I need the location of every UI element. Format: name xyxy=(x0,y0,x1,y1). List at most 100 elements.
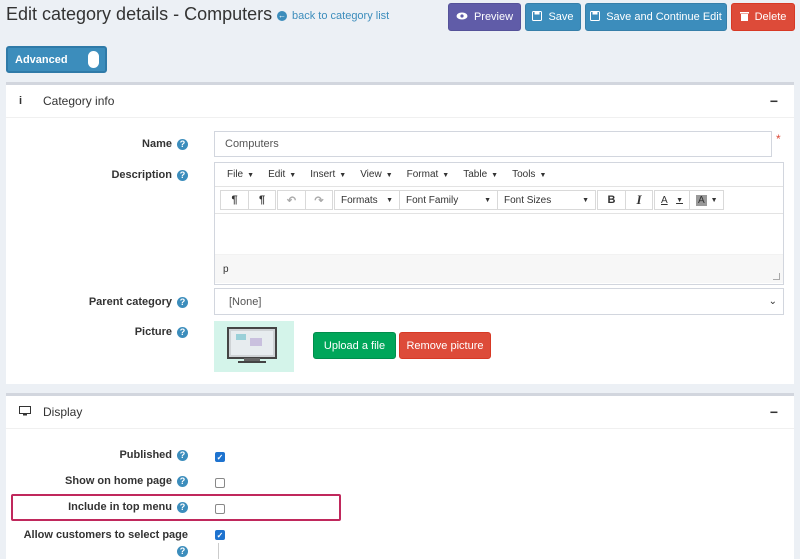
include-top-menu-label-text: Include in top menu xyxy=(68,501,172,513)
category-info-title: Category info xyxy=(43,94,115,108)
preview-button[interactable]: Preview xyxy=(448,3,521,31)
collapse-icon[interactable]: − xyxy=(770,93,778,109)
floppy-icon xyxy=(532,10,543,24)
font-family-dropdown[interactable]: Font Family ▼ xyxy=(399,191,497,209)
formats-label: Formats xyxy=(341,194,378,206)
font-sizes-dropdown[interactable]: Font Sizes ▼ xyxy=(497,191,595,209)
published-checkbox[interactable]: ✓ xyxy=(215,452,225,462)
help-icon[interactable]: ? xyxy=(177,475,188,487)
display-title: Display xyxy=(43,405,83,419)
floppy-icon xyxy=(590,10,601,24)
menu-file-label: File xyxy=(227,169,244,180)
advanced-toggle[interactable]: Advanced xyxy=(6,46,107,73)
name-label: Name? xyxy=(66,138,188,150)
menu-view[interactable]: View ▼ xyxy=(353,169,399,180)
text-color-icon[interactable]: A ▼ xyxy=(655,191,689,209)
text-color-label: A xyxy=(661,194,668,206)
published-label: Published? xyxy=(26,449,188,461)
page-size-label-line1: Allow customers to select page xyxy=(23,529,188,541)
element-path[interactable]: p xyxy=(223,264,229,275)
show-home-checkbox[interactable] xyxy=(215,478,225,488)
italic-icon[interactable]: I xyxy=(625,191,652,209)
menu-insert[interactable]: Insert ▼ xyxy=(303,169,353,180)
help-icon[interactable]: ? xyxy=(177,326,188,338)
published-label-text: Published xyxy=(119,449,172,461)
save-button[interactable]: Save xyxy=(525,3,581,31)
page-size-checkbox[interactable]: ✓ xyxy=(215,530,225,540)
category-picture xyxy=(214,321,294,372)
menu-tools[interactable]: Tools ▼ xyxy=(505,169,553,180)
toggle-knob xyxy=(88,51,99,68)
editor-toolbar: ¶ ¶ ↶ ↷ Formats ▼ Font Family ▼ Font Sizes… xyxy=(215,187,783,214)
collapse-icon[interactable]: − xyxy=(770,404,778,420)
font-sizes-label: Font Sizes xyxy=(504,194,552,206)
bg-color-label: A xyxy=(696,194,707,206)
parent-category-label: Parent category? xyxy=(66,296,188,308)
parent-label-text: Parent category xyxy=(88,296,172,308)
info-icon: i xyxy=(19,95,23,107)
delete-button[interactable]: Delete xyxy=(731,3,795,31)
show-home-label-text: Show on home page xyxy=(65,475,172,487)
redo-icon[interactable]: ↷ xyxy=(305,191,332,209)
color-group: A ▼ A ▼ xyxy=(654,190,724,210)
description-editor: File ▼ Edit ▼ Insert ▼ View ▼ Format ▼ Table ▼… xyxy=(214,162,784,285)
font-family-label: Font Family xyxy=(406,194,459,206)
help-icon[interactable]: ? xyxy=(177,545,188,557)
upload-file-button[interactable]: Upload a file xyxy=(313,332,396,359)
required-mark: * xyxy=(776,132,781,146)
rtl-icon[interactable]: ¶ xyxy=(248,191,275,209)
chevron-down-icon: ⌄ xyxy=(768,296,777,307)
page-title: Edit category details - Computers xyxy=(6,4,273,24)
description-label: Description? xyxy=(66,169,188,181)
divider-line xyxy=(218,543,219,559)
parent-category-value: [None] xyxy=(229,295,262,308)
resize-handle[interactable] xyxy=(773,273,780,280)
menu-edit-label: Edit xyxy=(268,169,286,180)
help-icon[interactable]: ? xyxy=(177,501,188,513)
preview-label: Preview xyxy=(473,11,514,23)
bold-icon[interactable]: B xyxy=(598,191,625,209)
category-info-header[interactable]: i Category info − xyxy=(6,85,794,118)
save-continue-label: Save and Continue Edit xyxy=(606,11,722,23)
delete-label: Delete xyxy=(754,11,787,23)
direction-group: ¶ ¶ xyxy=(220,190,276,210)
name-input[interactable]: Computers xyxy=(214,131,772,157)
include-top-menu-label: Include in top menu? xyxy=(26,501,188,513)
menu-table-label: Table xyxy=(463,169,488,180)
parent-category-select[interactable]: [None] ⌄ xyxy=(214,288,784,315)
history-group: ↶ ↷ xyxy=(277,190,333,210)
menu-tools-label: Tools xyxy=(512,169,536,180)
undo-icon[interactable]: ↶ xyxy=(278,191,305,209)
back-link-label: back to category list xyxy=(292,10,390,22)
display-panel: Display − Published? ✓ Show on home page… xyxy=(6,393,794,559)
formats-dropdown[interactable]: Formats ▼ xyxy=(335,191,399,209)
category-info-panel: i Category info − Name? Computers * Desc… xyxy=(6,82,794,384)
bg-color-icon[interactable]: A ▼ xyxy=(689,191,723,209)
menu-edit[interactable]: Edit ▼ xyxy=(261,169,303,180)
help-icon[interactable]: ? xyxy=(177,296,188,308)
editor-menubar: File ▼ Edit ▼ Insert ▼ View ▼ Format ▼ Table ▼… xyxy=(215,163,783,187)
back-to-list-link[interactable]: ← back to category list xyxy=(277,10,389,22)
save-continue-button[interactable]: Save and Continue Edit xyxy=(585,3,727,31)
menu-format-label: Format xyxy=(406,169,439,180)
help-icon[interactable]: ? xyxy=(177,169,188,181)
help-icon[interactable]: ? xyxy=(177,138,188,150)
remove-picture-button[interactable]: Remove picture xyxy=(399,332,491,359)
include-top-menu-checkbox[interactable] xyxy=(215,504,225,514)
display-header[interactable]: Display − xyxy=(6,396,794,429)
trash-icon xyxy=(739,11,749,24)
monitor-icon xyxy=(19,405,31,419)
menu-insert-label: Insert xyxy=(310,169,336,180)
menu-file[interactable]: File ▼ xyxy=(220,169,261,180)
menu-format[interactable]: Format ▼ xyxy=(400,169,457,180)
ltr-icon[interactable]: ¶ xyxy=(221,191,248,209)
menu-table[interactable]: Table ▼ xyxy=(456,169,505,180)
name-label-text: Name xyxy=(142,138,172,150)
picture-label-text: Picture xyxy=(134,326,172,338)
arrow-left-icon: ← xyxy=(277,11,287,21)
editor-content-area[interactable] xyxy=(215,214,783,254)
style-group: B I xyxy=(597,190,653,210)
editor-statusbar: p xyxy=(215,254,783,283)
page-size-label: Allow customers to select page? size xyxy=(16,527,188,559)
help-icon[interactable]: ? xyxy=(177,449,188,461)
